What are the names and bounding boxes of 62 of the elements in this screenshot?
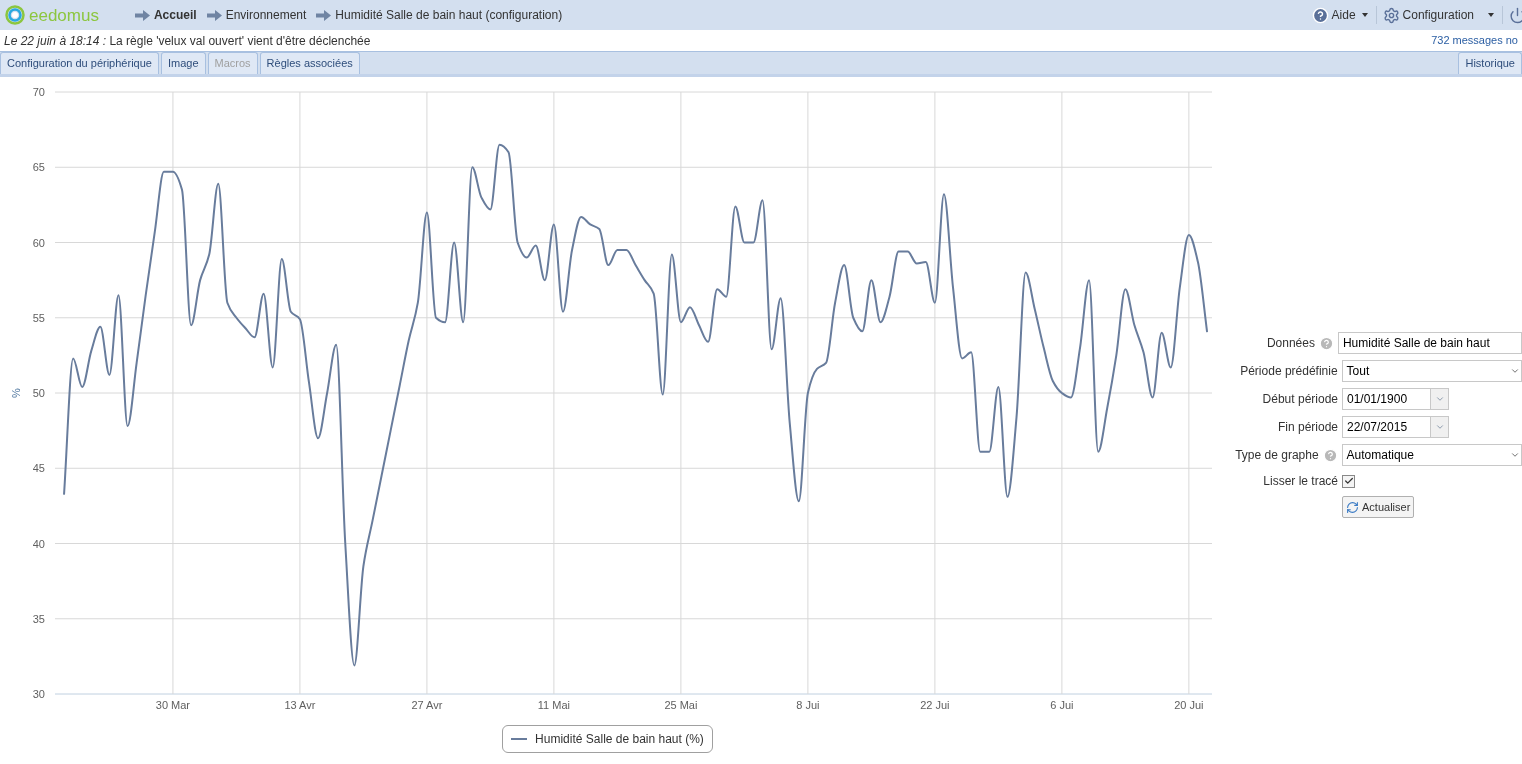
dropdown-icon xyxy=(1430,389,1448,409)
legend-line-icon xyxy=(511,738,528,740)
power-icon[interactable] xyxy=(1509,6,1522,24)
chart-legend[interactable]: Humidité Salle de bain haut (%) xyxy=(502,725,713,753)
y-tick-label: 50 xyxy=(32,387,45,399)
field-label: Période prédéfinie xyxy=(1240,363,1338,380)
date-field[interactable]: 01/01/1900 xyxy=(1342,388,1449,410)
field-label: Lisser le tracé xyxy=(1263,473,1338,490)
field-label: Données xyxy=(1266,335,1315,352)
help-icon[interactable] xyxy=(1318,335,1334,351)
messages-link[interactable]: 732 messages no xyxy=(1431,32,1518,49)
date-field[interactable]: 22/07/2015 xyxy=(1342,416,1449,438)
notification-message: Le 22 juin à 18:14 : La règle 'velux val ouvert' vient d'être déclenchée xyxy=(4,32,371,50)
x-tick-label: 20 Jui xyxy=(1174,699,1204,711)
breadcrumb-link[interactable]: Environnement xyxy=(225,6,307,24)
legend-label: Humidité Salle de bain haut (%) xyxy=(535,731,704,748)
y-axis-label: % xyxy=(10,388,22,398)
x-tick-label: 6 Jui xyxy=(1050,699,1074,711)
caret-icon xyxy=(1510,366,1520,376)
settings-icon xyxy=(1382,6,1400,24)
tab[interactable]: Image xyxy=(160,52,206,74)
tab[interactable]: Règles associées xyxy=(259,52,360,74)
x-tick-label: 30 Mar xyxy=(155,699,191,711)
y-tick-label: 70 xyxy=(32,86,45,98)
arrow-icon xyxy=(206,9,222,21)
field-label: Début période xyxy=(1262,391,1338,408)
caret-icon xyxy=(1361,13,1368,17)
menu-button[interactable]: Configuration xyxy=(1376,6,1503,24)
data-field[interactable]: Humidité Salle de bain haut xyxy=(1337,332,1522,354)
x-tick-label: 22 Jui xyxy=(920,699,950,711)
x-tick-label: 27 Avr xyxy=(411,699,443,711)
x-tick-label: 13 Avr xyxy=(284,699,316,711)
x-tick-label: 8 Jui xyxy=(796,699,820,711)
x-tick-label: 25 Mai xyxy=(664,699,698,711)
y-tick-label: 65 xyxy=(32,161,45,174)
breadcrumb-link[interactable]: Humidité Salle de bain haut (configuration) xyxy=(335,6,563,24)
tab[interactable]: Configuration du périphérique xyxy=(0,52,159,74)
menu-button[interactable]: Aide xyxy=(1305,6,1377,24)
logo-icon xyxy=(5,5,25,25)
tab[interactable]: Historique xyxy=(1458,52,1522,74)
select-field[interactable]: Automatique xyxy=(1341,444,1522,466)
x-tick-label: 11 Mai xyxy=(537,699,570,711)
y-tick-label: 35 xyxy=(32,612,45,625)
caret-icon xyxy=(1510,450,1520,460)
help-icon xyxy=(1311,6,1329,24)
y-tick-label: 55 xyxy=(32,311,45,324)
field-label: Type de graphe xyxy=(1235,447,1319,464)
y-tick-label: 30 xyxy=(32,688,45,700)
y-tick-label: 60 xyxy=(32,236,45,249)
arrow-icon xyxy=(134,9,150,21)
select-field[interactable]: Tout xyxy=(1341,360,1522,382)
arrow-icon xyxy=(316,9,332,21)
field-label: Fin période xyxy=(1277,419,1338,436)
help-icon[interactable] xyxy=(1322,447,1338,463)
caret-icon xyxy=(1488,13,1494,17)
refresh-button[interactable]: Actualiser xyxy=(1342,496,1415,518)
dropdown-icon xyxy=(1430,417,1448,437)
y-tick-label: 45 xyxy=(32,462,45,475)
y-tick-label: 40 xyxy=(32,537,45,550)
checkbox[interactable] xyxy=(1342,474,1355,488)
breadcrumb-link[interactable]: Accueil xyxy=(153,6,197,24)
refresh-icon xyxy=(1346,500,1359,514)
